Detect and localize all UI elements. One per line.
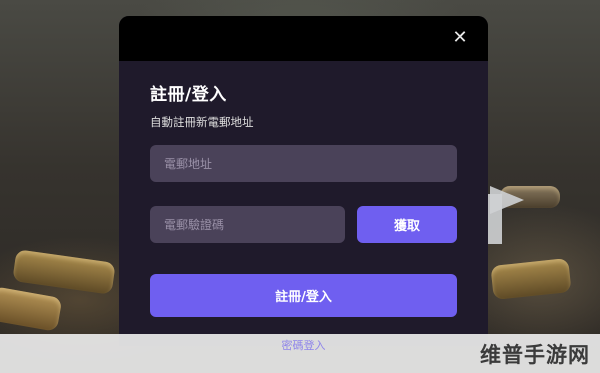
email-field[interactable] (150, 145, 457, 182)
verification-code-field[interactable] (150, 206, 345, 243)
modal-title: 註冊/登入 (150, 85, 227, 105)
login-modal: ✕ 註冊/登入 自動註冊新電郵地址 獲取 註冊/登入 (119, 16, 488, 346)
arrow-sign-head (490, 186, 524, 214)
get-code-button[interactable]: 獲取 (357, 206, 457, 243)
close-icon[interactable]: ✕ (452, 29, 468, 47)
modal-header: ✕ (119, 16, 488, 61)
modal-subtitle: 自動註冊新電郵地址 (150, 115, 254, 129)
watermark-text: 维普手游网 (480, 343, 590, 367)
password-login-link[interactable]: 密碼登入 (119, 337, 488, 353)
register-login-button[interactable]: 註冊/登入 (150, 274, 457, 317)
